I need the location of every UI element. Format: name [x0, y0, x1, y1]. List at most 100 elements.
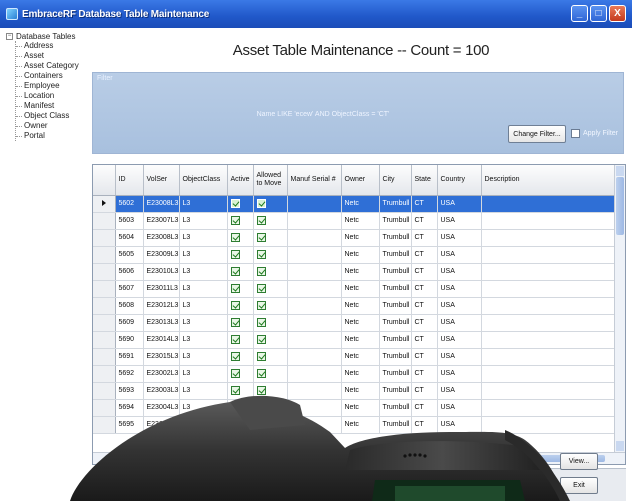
allowed-to-move-checkbox[interactable] — [256, 369, 266, 378]
cell-owner[interactable]: Netc — [341, 280, 380, 298]
cell-active[interactable] — [227, 263, 254, 281]
cell-owner[interactable]: Netc — [341, 365, 380, 383]
cell-allowed-to-move[interactable] — [253, 297, 288, 315]
cell-manuf-serial[interactable] — [287, 348, 342, 366]
table-row[interactable]: 5605 E23009L3 L3 Netc Trumbull CT USA — [93, 246, 616, 264]
cell-manuf-serial[interactable] — [287, 229, 342, 247]
cell-description[interactable] — [481, 246, 616, 264]
row-header[interactable] — [93, 399, 116, 417]
cell-country[interactable]: USA — [437, 212, 482, 230]
tree-item-owner[interactable]: Owner — [16, 121, 90, 131]
cell-manuf-serial[interactable] — [287, 297, 342, 315]
cell-allowed-to-move[interactable] — [253, 331, 288, 349]
cell-description[interactable] — [481, 399, 616, 417]
cell-state[interactable]: CT — [411, 314, 438, 332]
cell-objectclass[interactable]: L3 — [179, 382, 228, 400]
cell-allowed-to-move[interactable] — [253, 246, 288, 264]
cell-manuf-serial[interactable] — [287, 212, 342, 230]
cell-volser[interactable]: E23007L3 — [143, 212, 180, 230]
cell-manuf-serial[interactable] — [287, 382, 342, 400]
cell-state[interactable]: CT — [411, 416, 438, 434]
cell-state[interactable]: CT — [411, 280, 438, 298]
allowed-to-move-checkbox[interactable] — [256, 386, 266, 395]
cell-active[interactable] — [227, 246, 254, 264]
cell-owner[interactable]: Netc — [341, 331, 380, 349]
cell-id[interactable]: 5694 — [115, 399, 144, 417]
cell-id[interactable]: 5606 — [115, 263, 144, 281]
allowed-to-move-checkbox[interactable] — [256, 301, 266, 310]
cell-allowed-to-move[interactable] — [253, 280, 288, 298]
cell-volser[interactable]: E23012L3 — [143, 297, 180, 315]
active-checkbox[interactable] — [230, 369, 240, 378]
cell-active[interactable] — [227, 416, 254, 434]
column-header-active[interactable]: Active — [227, 165, 254, 196]
cell-volser[interactable]: E23014L3 — [143, 331, 180, 349]
column-header-objectclass[interactable]: ObjectClass — [179, 165, 228, 196]
allowed-to-move-checkbox[interactable] — [256, 284, 266, 293]
allowed-to-move-checkbox[interactable] — [256, 403, 266, 412]
cell-description[interactable] — [481, 331, 616, 349]
asset-grid[interactable]: ID VolSer ObjectClass Active Allowed to … — [92, 164, 626, 465]
cell-description[interactable] — [481, 297, 616, 315]
cell-state[interactable]: CT — [411, 382, 438, 400]
cell-description[interactable] — [481, 263, 616, 281]
column-header-manuf-serial[interactable]: Manuf Serial # — [287, 165, 342, 196]
column-header-id[interactable]: ID — [115, 165, 144, 196]
active-checkbox[interactable] — [230, 386, 240, 395]
cell-city[interactable]: Trumbull — [379, 280, 412, 298]
cell-city[interactable]: Trumbull — [379, 399, 412, 417]
cell-objectclass[interactable]: L3 — [179, 297, 228, 315]
cell-active[interactable] — [227, 348, 254, 366]
cell-owner[interactable]: Netc — [341, 297, 380, 315]
cell-city[interactable]: Trumbull — [379, 348, 412, 366]
cell-volser[interactable]: E23002L3 — [143, 365, 180, 383]
cell-id[interactable]: 5695 — [115, 416, 144, 434]
cell-state[interactable]: CT — [411, 246, 438, 264]
active-checkbox[interactable] — [230, 250, 240, 259]
table-row[interactable]: 5603 E23007L3 L3 Netc Trumbull CT USA — [93, 212, 616, 230]
cell-state[interactable]: CT — [411, 331, 438, 349]
row-header[interactable] — [93, 212, 116, 230]
cell-state[interactable]: CT — [411, 297, 438, 315]
cell-volser[interactable]: E23008L3 — [143, 229, 180, 247]
cell-id[interactable]: 5692 — [115, 365, 144, 383]
cell-objectclass[interactable]: L3 — [179, 229, 228, 247]
horizontal-scrollbar[interactable] — [93, 452, 625, 464]
active-checkbox[interactable] — [230, 335, 240, 344]
allowed-to-move-checkbox[interactable] — [256, 199, 266, 208]
row-header[interactable] — [93, 314, 116, 332]
active-checkbox[interactable] — [230, 420, 240, 429]
horizontal-scroll-thumb[interactable] — [105, 455, 605, 462]
cell-country[interactable]: USA — [437, 280, 482, 298]
cell-city[interactable]: Trumbull — [379, 246, 412, 264]
apply-filter-toggle[interactable]: Apply Filter — [571, 129, 618, 138]
cell-manuf-serial[interactable] — [287, 365, 342, 383]
cell-description[interactable] — [481, 229, 616, 247]
cell-objectclass[interactable]: L3 — [179, 416, 228, 434]
row-header[interactable] — [93, 331, 116, 349]
cell-manuf-serial[interactable] — [287, 263, 342, 281]
cell-country[interactable]: USA — [437, 331, 482, 349]
cell-id[interactable]: 5605 — [115, 246, 144, 264]
column-header-description[interactable]: Description — [481, 165, 616, 196]
table-row[interactable]: 5690 E23014L3 L3 Netc Trumbull CT USA — [93, 331, 616, 349]
cell-objectclass[interactable]: L3 — [179, 399, 228, 417]
cell-active[interactable] — [227, 399, 254, 417]
cell-id[interactable]: 5607 — [115, 280, 144, 298]
tree-item-location[interactable]: Location — [16, 91, 90, 101]
tree-item-portal[interactable]: Portal — [16, 131, 90, 141]
cell-description[interactable] — [481, 348, 616, 366]
tree-root[interactable]: − Database Tables — [6, 32, 90, 41]
exit-button[interactable]: Exit — [560, 477, 598, 494]
cell-state[interactable]: CT — [411, 195, 438, 213]
column-header-city[interactable]: City — [379, 165, 412, 196]
cell-city[interactable]: Trumbull — [379, 212, 412, 230]
allowed-to-move-checkbox[interactable] — [256, 420, 266, 429]
cell-manuf-serial[interactable] — [287, 331, 342, 349]
cell-city[interactable]: Trumbull — [379, 297, 412, 315]
cell-allowed-to-move[interactable] — [253, 263, 288, 281]
cell-owner[interactable]: Netc — [341, 348, 380, 366]
cell-city[interactable]: Trumbull — [379, 331, 412, 349]
apply-filter-checkbox[interactable] — [571, 129, 580, 138]
cell-active[interactable] — [227, 382, 254, 400]
